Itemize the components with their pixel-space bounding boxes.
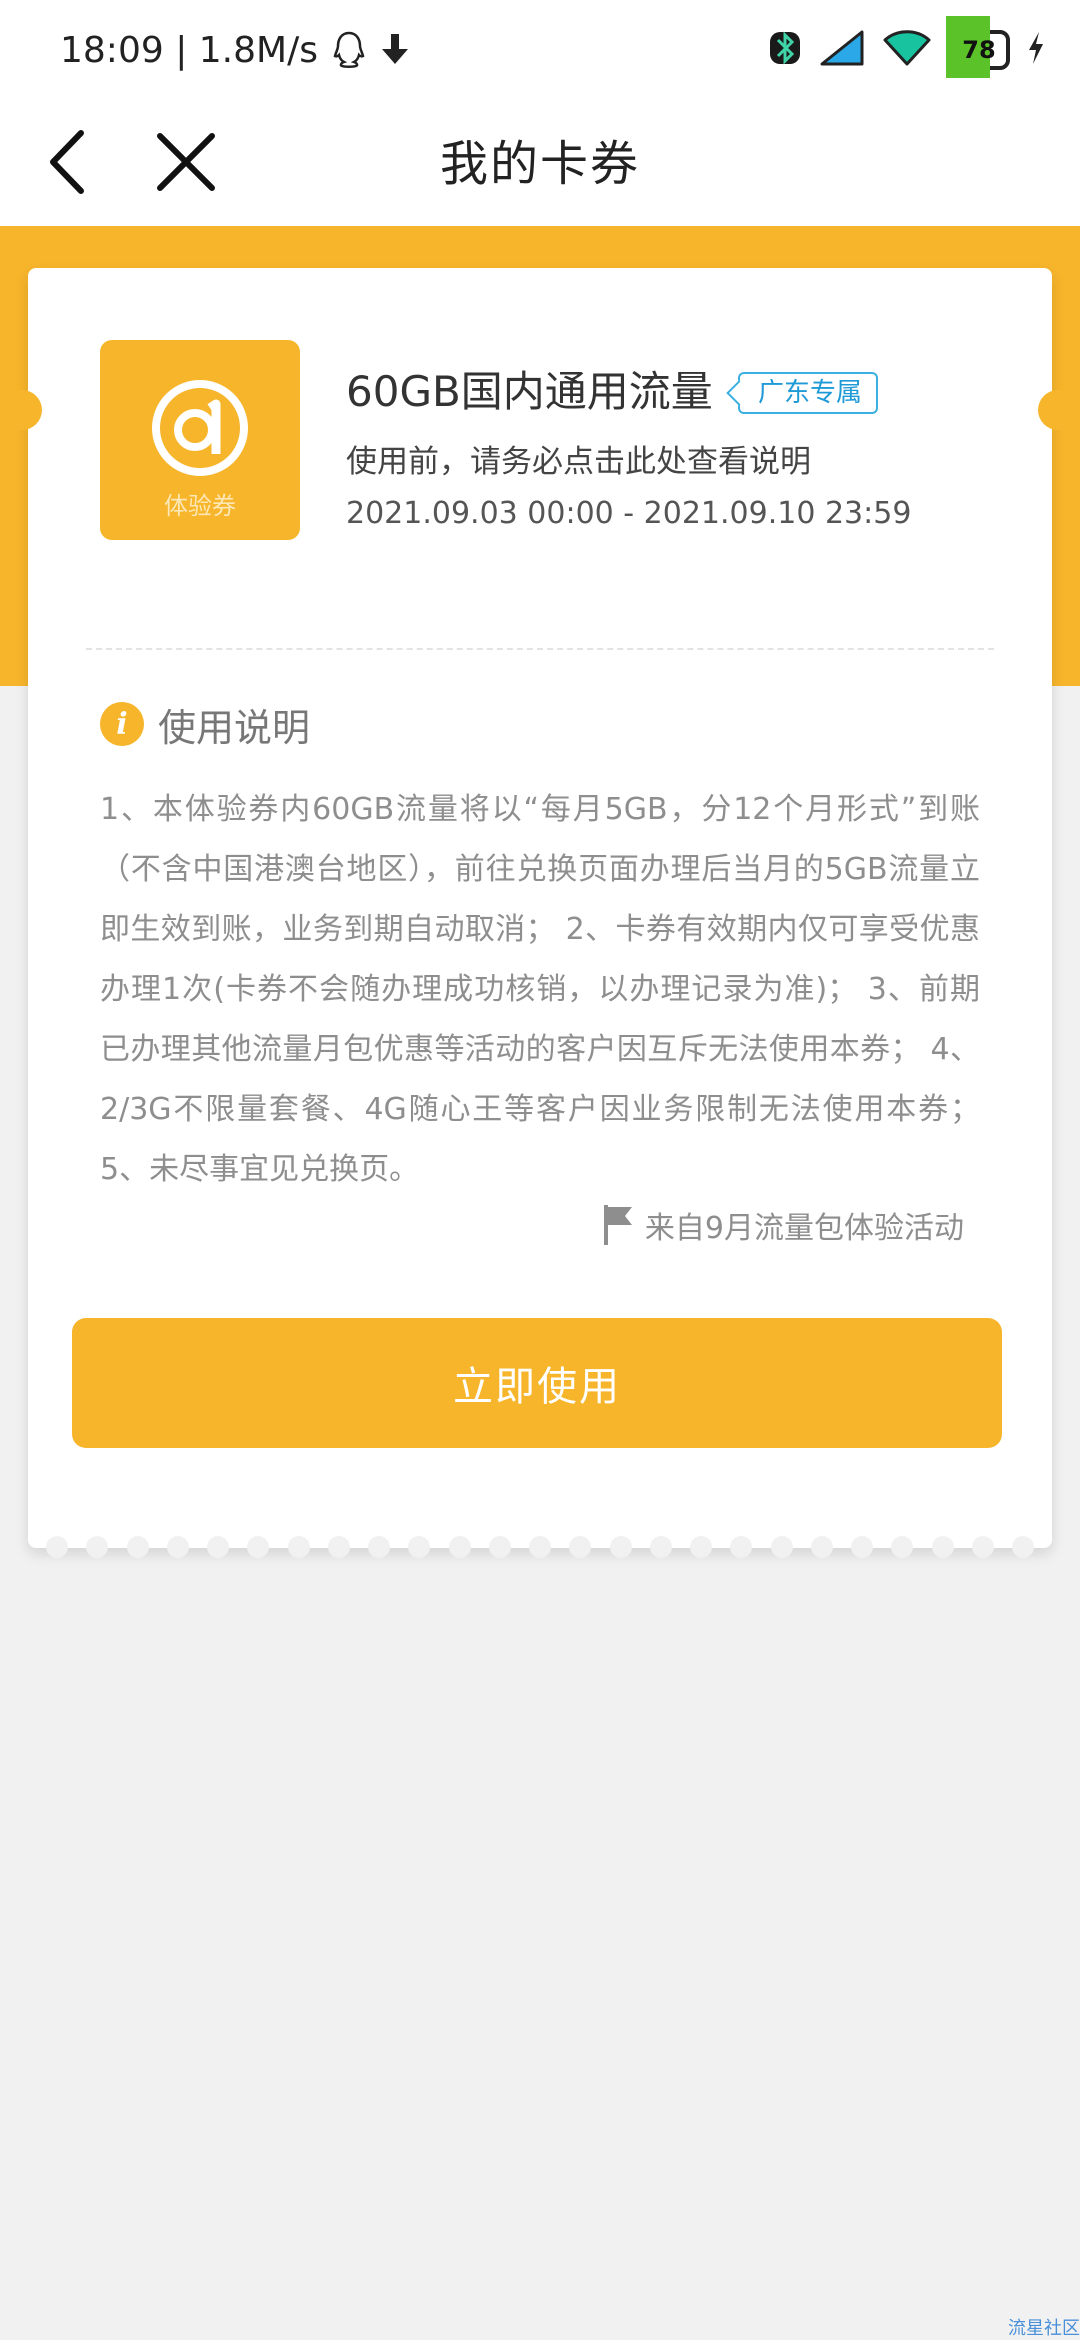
- coupon-card: 体验券 60GB国内通用流量 广东专属 使用前，请务必点击此处查看说明 2021…: [14, 268, 1066, 1558]
- info-icon: i: [100, 702, 144, 746]
- coupon-instructions-link[interactable]: 使用前，请务必点击此处查看说明: [346, 436, 811, 481]
- battery-icon: 78: [946, 16, 1010, 78]
- status-right: 78: [768, 16, 1046, 78]
- battery-level: 78: [962, 36, 996, 64]
- status-bar: 18:09 | 1.8M/s 78: [0, 0, 1080, 100]
- use-now-button[interactable]: 立即使用: [72, 1318, 1002, 1448]
- dashed-divider: [86, 648, 994, 650]
- source-line: 来自9月流量包体验活动: [601, 1200, 964, 1250]
- download-icon: [380, 32, 410, 68]
- coupon-logo-icon: [152, 380, 248, 476]
- charging-icon: [1026, 30, 1046, 70]
- coupon-type-label: 体验券: [164, 492, 236, 520]
- coupon-validity: 2021.09.03 00:00 - 2021.09.10 23:59: [346, 496, 912, 531]
- flag-icon: [603, 1205, 632, 1245]
- region-badge: 广东专属: [738, 372, 879, 414]
- page: 18:09 | 1.8M/s 78 我的卡券 体验券 60GB国内通用流量 广东…: [0, 0, 1080, 2340]
- signal-icon: [818, 28, 866, 72]
- status-time-speed: 18:09 | 1.8M/s: [60, 29, 318, 71]
- qq-icon: [332, 30, 366, 70]
- wifi-icon: [882, 28, 932, 72]
- usage-heading-text: 使用说明: [158, 705, 311, 750]
- usage-heading: i 使用说明: [100, 698, 310, 750]
- header: 我的卡券: [0, 100, 1080, 226]
- page-title: 我的卡券: [439, 136, 640, 192]
- coupon-thumbnail: 体验券: [100, 340, 300, 540]
- ticket-notch-left: [14, 390, 42, 430]
- source-text: 来自9月流量包体验活动: [644, 1211, 964, 1246]
- usage-description: 1、本体验券内60GB流量将以“每月5GB，分12个月形式”到账（不含中国港澳台…: [100, 792, 980, 1187]
- status-left: 18:09 | 1.8M/s: [60, 22, 410, 78]
- bluetooth-icon: [768, 26, 802, 74]
- watermark: 流星社区: [1008, 2318, 1080, 2339]
- ticket-notch-right: [1038, 390, 1066, 430]
- ticket-scallop-edge: [28, 1536, 1052, 1560]
- coupon-title: 60GB国内通用流量: [346, 367, 713, 416]
